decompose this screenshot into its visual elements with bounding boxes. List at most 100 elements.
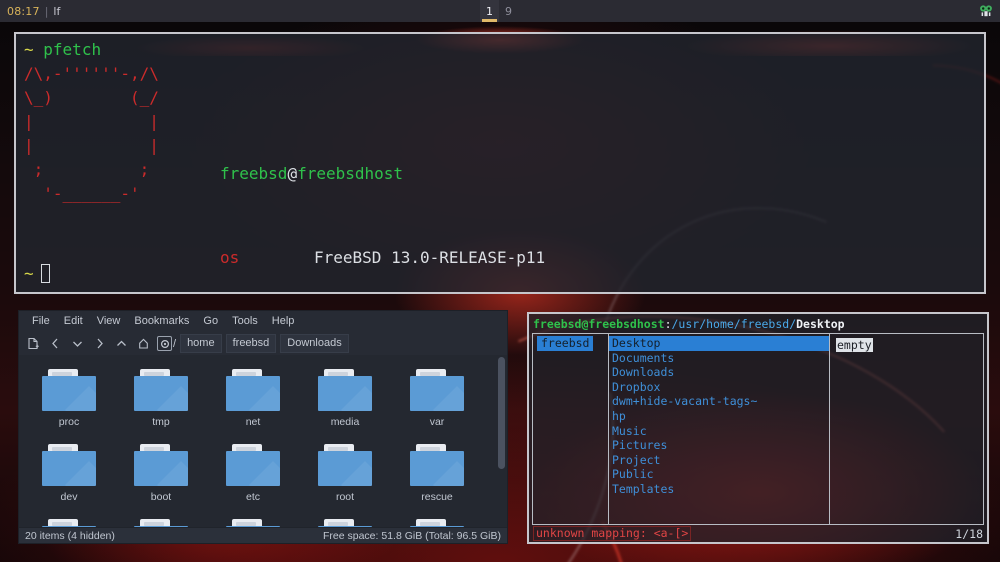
lf-entry-hp[interactable]: hp [609,409,829,424]
disk-glyph [157,336,172,351]
dwm-status-bar: 08:17 | lf 1 9 [0,0,1000,22]
terminal-command: pfetch [43,40,102,59]
pfetch-row-os: os FreeBSD 13.0-RELEASE-p11 [220,244,699,272]
lf-entry-desktop[interactable]: Desktop [609,336,829,351]
terminal-prompt-line: ~ pfetch [24,38,984,62]
file-item[interactable]: root [299,438,391,513]
file-manager-statusbar: 20 items (4 hidden) Free space: 51.8 GiB… [19,527,507,543]
file-item-label: dev [60,491,78,503]
file-manager-window[interactable]: File Edit View Bookmarks Go Tools Help /… [18,310,508,544]
lf-status-message: unknown mapping: <a-[> [533,526,692,541]
menu-edit[interactable]: Edit [57,311,90,332]
new-tab-icon[interactable] [23,334,43,353]
breadcrumb-freebsd[interactable]: freebsd [225,334,277,353]
file-item[interactable]: var [391,363,483,438]
lf-entry-templates[interactable]: Templates [609,482,829,497]
menu-view[interactable]: View [90,311,128,332]
file-item[interactable] [207,513,299,527]
terminal-window-pfetch[interactable]: ~ pfetch /\,-''''''-,/\ \_) (_/ | | | | … [14,32,986,294]
workspace-tag-label: 1 [486,4,493,18]
clock-label: 08:17 [7,4,40,18]
file-item[interactable]: tmp [115,363,207,438]
file-item[interactable]: boot [115,438,207,513]
file-item[interactable] [23,513,115,527]
folder-icon [42,369,96,411]
folder-icon [410,519,464,527]
file-item[interactable] [115,513,207,527]
layout-indicator: lf [53,4,61,18]
file-view-scrollbar[interactable] [496,355,507,527]
lf-panes: freebsd Desktop Documents Downloads Drop… [532,333,984,525]
folder-icon [226,444,280,486]
menu-tools[interactable]: Tools [225,311,265,332]
pfetch-host: freebsdhost [297,164,404,183]
pfetch-info-block: freebsd@freebsdhost os FreeBSD 13.0-RELEA… [220,104,699,292]
lf-entry-music[interactable]: Music [609,424,829,439]
file-item[interactable]: net [207,363,299,438]
file-manager-toolbar: / home freebsd Downloads [19,332,507,355]
up-icon[interactable] [111,334,131,353]
lf-statusbar: unknown mapping: <a-[> 1/18 [529,525,987,542]
lf-status-count: 1/18 [955,526,983,541]
folder-icon [134,369,188,411]
folder-icon [134,444,188,486]
menu-help[interactable]: Help [265,311,302,332]
terminal-input-line[interactable]: ~ [24,262,50,286]
terminal-window-lf[interactable]: freebsd@freebsdhost:/usr/home/freebsd/De… [527,312,989,544]
lf-user-host: freebsd@freebsdhost [533,316,665,331]
prompt-symbol: ~ [24,264,34,283]
status-item-count: 20 items (4 hidden) [25,529,115,542]
lf-current-pane[interactable]: Desktop Documents Downloads Dropbox dwm+… [609,334,830,524]
desktop-screen: 08:17 | lf 1 9 ~ pfetch /\,-''''''-,/\ \… [0,0,1000,562]
lf-path: /usr/home/freebsd/ [671,316,797,331]
breadcrumb-home[interactable]: home [180,334,222,353]
folder-icon [42,519,96,527]
breadcrumb-downloads[interactable]: Downloads [280,334,349,353]
file-item[interactable]: dev [23,438,115,513]
lf-parent-pane[interactable]: freebsd [533,334,609,524]
lf-entry-documents[interactable]: Documents [609,351,829,366]
file-item[interactable]: rescue [391,438,483,513]
pfetch-user: freebsd [220,164,288,183]
folder-icon [42,444,96,486]
back-icon[interactable] [45,334,65,353]
lf-entry-public[interactable]: Public [609,467,829,482]
menu-bookmarks[interactable]: Bookmarks [127,311,196,332]
lf-entry-dropbox[interactable]: Dropbox [609,380,829,395]
workspace-tag-1[interactable]: 1 [480,0,499,22]
file-item[interactable]: media [299,363,391,438]
file-item-label: media [330,416,360,428]
pfetch-key: os [220,248,240,267]
file-item-label: tmp [152,416,170,428]
file-item[interactable] [391,513,483,527]
lf-parent-entry[interactable]: freebsd [537,336,594,351]
file-item[interactable]: etc [207,438,299,513]
file-item-label: boot [150,491,172,503]
folder-icon [410,444,464,486]
lf-entry-dwm-hide-vacant-tags[interactable]: dwm+hide-vacant-tags~ [609,394,829,409]
pfetch-userhost-line: freebsd@freebsdhost [220,160,699,188]
path-root-label: / [173,337,177,350]
folder-icon [134,519,188,527]
menu-file[interactable]: File [25,311,57,332]
scrollbar-thumb[interactable] [498,357,505,469]
file-item[interactable] [299,513,391,527]
file-manager-icon-view[interactable]: proc tmp net media var dev boot etc root… [19,355,507,527]
file-item[interactable]: proc [23,363,115,438]
pfetch-value: FreeBSD 13.0-RELEASE-p11 [314,248,546,267]
lf-entry-project[interactable]: Project [609,453,829,468]
file-item-label: proc [58,416,80,428]
workspace-tag-label: 9 [505,4,512,18]
forward-icon[interactable] [89,334,109,353]
home-icon[interactable] [133,334,153,353]
status-free-space: Free space: 51.8 GiB (Total: 96.5 GiB) [323,529,501,542]
root-device-icon[interactable]: / [157,336,176,351]
history-dropdown-icon[interactable] [67,334,87,353]
menu-go[interactable]: Go [196,311,225,332]
workspace-tag-9[interactable]: 9 [499,0,518,22]
daemon-tray-icon[interactable] [978,3,994,19]
file-manager-menubar: File Edit View Bookmarks Go Tools Help [19,311,507,332]
freebsd-ascii-logo: /\,-''''''-,/\ \_) (_/ | | | | ; ; '-___… [24,64,159,203]
lf-entry-downloads[interactable]: Downloads [609,365,829,380]
lf-entry-pictures[interactable]: Pictures [609,438,829,453]
